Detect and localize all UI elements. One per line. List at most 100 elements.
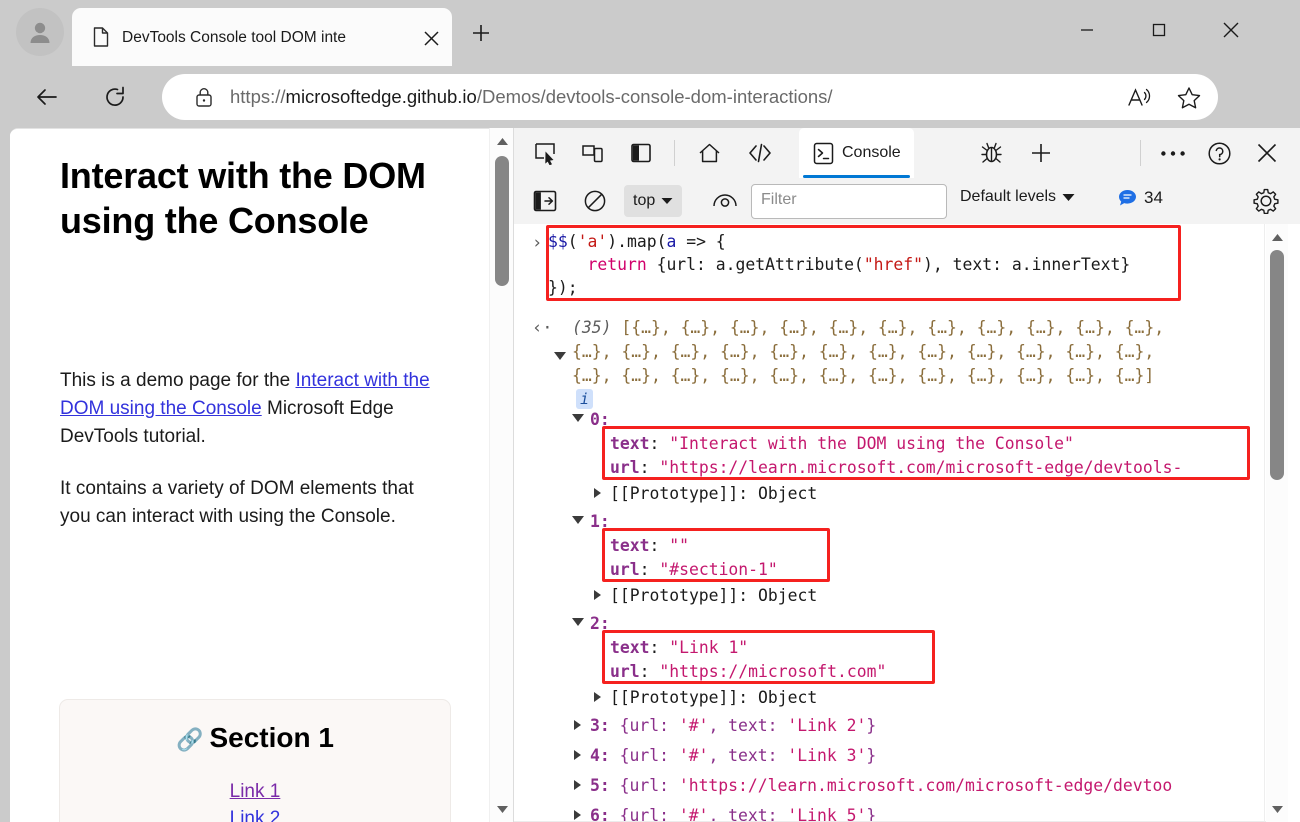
browser-tab[interactable]: DevTools Console tool DOM inte [72, 8, 452, 66]
expand-triangle-prototype-1[interactable] [594, 590, 601, 600]
entry-0-prototype: [[Prototype]]: Object [610, 482, 817, 506]
elements-code-icon[interactable] [743, 137, 777, 169]
eye-live-expression-icon[interactable] [710, 187, 740, 215]
link-anchor-icon[interactable]: 🔗 [176, 727, 203, 752]
entry-1-text: text: "" [610, 534, 689, 558]
read-aloud-icon[interactable] [1124, 84, 1154, 112]
section-heading-label: Section 1 [209, 722, 333, 753]
console-scroll-down-arrow-icon[interactable] [1265, 798, 1289, 820]
lock-icon [192, 85, 216, 109]
console-terminal-icon [812, 142, 835, 165]
expand-triangle-prototype-0[interactable] [594, 488, 601, 498]
expand-triangle-icon-2[interactable] [572, 618, 584, 626]
array-length: (35) [572, 318, 611, 337]
console-scroll-up-arrow-icon[interactable] [1265, 226, 1289, 248]
tab-console-label: Console [842, 144, 901, 162]
entry-index-0: 0: [590, 408, 610, 432]
new-tab-button[interactable] [466, 18, 496, 48]
close-icon [1222, 21, 1240, 39]
execution-context-label: top [633, 192, 655, 210]
expand-triangle-prototype-2[interactable] [594, 692, 601, 702]
gear-icon[interactable] [1250, 186, 1282, 216]
expand-triangle-icon-4[interactable] [574, 750, 581, 760]
minimize-button[interactable] [1063, 8, 1111, 52]
expand-triangle-icon-5[interactable] [574, 780, 581, 790]
section-1-box: 🔗Section 1 Link 1 Link 2 Link 3 Link 4 L… [59, 699, 451, 822]
devtools-tab-bar: Console [514, 128, 1300, 179]
toolbar-divider [674, 140, 675, 166]
url-scheme: https:// [230, 86, 286, 107]
collapsed-entry-3: 3: {url: '#', text: 'Link 2'} [590, 714, 876, 738]
array-preview-row: [{…}, {…}, {…}, {…}, {…}, {…}, {…}, {…},… [621, 318, 1164, 337]
tab-title: DevTools Console tool DOM inte [122, 26, 417, 50]
array-preview-line-3: {…}, {…}, {…}, {…}, {…}, {…}, {…}, {…}, … [572, 364, 1154, 388]
list-item[interactable]: Link 1 [60, 778, 450, 805]
log-levels-selector[interactable]: Default levels [960, 188, 1075, 206]
maximize-button[interactable] [1135, 8, 1183, 52]
array-preview-line-1: (35) [{…}, {…}, {…}, {…}, {…}, {…}, {…},… [572, 316, 1164, 340]
page-scrollbar[interactable] [489, 128, 514, 822]
output-caret: ‹· [532, 318, 552, 338]
section-link-list: Link 1 Link 2 Link 3 Link 4 Link 5 Link … [60, 778, 450, 822]
scroll-up-arrow-icon[interactable] [490, 130, 514, 152]
console-code-line-3: }); [548, 276, 578, 299]
chevron-down-icon [1062, 193, 1075, 202]
close-devtools-icon[interactable] [1250, 137, 1284, 169]
chevron-down-icon [661, 197, 673, 205]
message-bubble-icon [1118, 189, 1137, 207]
url-host: microsoftedge.github.io [286, 86, 477, 107]
scroll-down-arrow-icon[interactable] [490, 798, 514, 820]
console-sidebar-icon[interactable] [530, 187, 560, 215]
scrollbar-thumb[interactable] [495, 156, 509, 286]
entry-0-text: text: "Interact with the DOM using the C… [610, 432, 1074, 456]
device-emulation-icon[interactable] [576, 137, 610, 169]
inspect-element-icon[interactable] [528, 137, 562, 169]
address-bar[interactable]: https://microsoftedge.github.io/Demos/de… [162, 74, 1218, 120]
console-scrollbar[interactable] [1266, 224, 1288, 822]
toolbar-divider-2 [1140, 140, 1141, 166]
star-icon[interactable] [1174, 84, 1204, 112]
collapsed-entry-5: 5: {url: 'https://learn.microsoft.com/mi… [590, 774, 1270, 798]
url-text: https://microsoftedge.github.io/Demos/de… [230, 84, 833, 110]
avatar[interactable] [16, 8, 64, 56]
entry-1-prototype: [[Prototype]]: Object [610, 584, 817, 608]
maximize-icon [1151, 22, 1167, 38]
execution-context-selector[interactable]: top [624, 185, 682, 217]
browser-window: DevTools Console tool DOM inte [0, 0, 1300, 822]
expand-triangle-icon-6[interactable] [574, 810, 581, 820]
help-question-icon[interactable] [1202, 137, 1236, 169]
console-code-line-1: $$('a').map(a => { [548, 230, 726, 253]
intro-paragraph: This is a demo page for the Interact wit… [60, 367, 432, 451]
title-bar: DevTools Console tool DOM inte [0, 0, 1300, 66]
add-tool-plus-icon[interactable] [1024, 137, 1058, 169]
log-levels-label: Default levels [960, 188, 1056, 206]
intro-text-pre: This is a demo page for the [60, 370, 296, 391]
plus-icon [470, 22, 492, 44]
expand-triangle-icon[interactable] [554, 352, 566, 360]
message-count-badge[interactable]: 34 [1118, 188, 1163, 208]
info-badge[interactable]: i [576, 389, 593, 409]
search-input[interactable]: Filter [751, 184, 947, 219]
expand-triangle-icon-1[interactable] [572, 516, 584, 524]
list-item[interactable]: Link 2 [60, 805, 450, 822]
welcome-home-icon[interactable] [692, 137, 726, 169]
clear-console-icon[interactable] [580, 187, 610, 215]
reload-button[interactable] [94, 76, 136, 118]
console-output[interactable]: › $$('a').map(a => { return {url: a.getA… [514, 224, 1300, 822]
console-code-line-2: return {url: a.getAttribute("href"), tex… [548, 253, 1130, 276]
input-caret: › [532, 233, 542, 253]
dock-side-icon[interactable] [624, 137, 658, 169]
close-icon[interactable] [417, 24, 445, 52]
window-close-button[interactable] [1207, 8, 1255, 52]
array-preview-line-2: {…}, {…}, {…}, {…}, {…}, {…}, {…}, {…}, … [572, 340, 1154, 364]
back-button[interactable] [26, 76, 68, 118]
entry-2-prototype: [[Prototype]]: Object [610, 686, 817, 710]
expand-triangle-icon-0[interactable] [572, 414, 584, 422]
tab-console[interactable]: Console [799, 128, 914, 178]
more-tools-ellipsis-icon[interactable] [1156, 137, 1190, 169]
expand-triangle-icon-3[interactable] [574, 720, 581, 730]
page-title: Interact with the DOM using the Console [60, 153, 460, 243]
page-viewport: Interact with the DOM using the Console … [10, 128, 513, 822]
bug-issues-icon[interactable] [974, 137, 1008, 169]
console-scrollbar-thumb[interactable] [1270, 250, 1284, 480]
